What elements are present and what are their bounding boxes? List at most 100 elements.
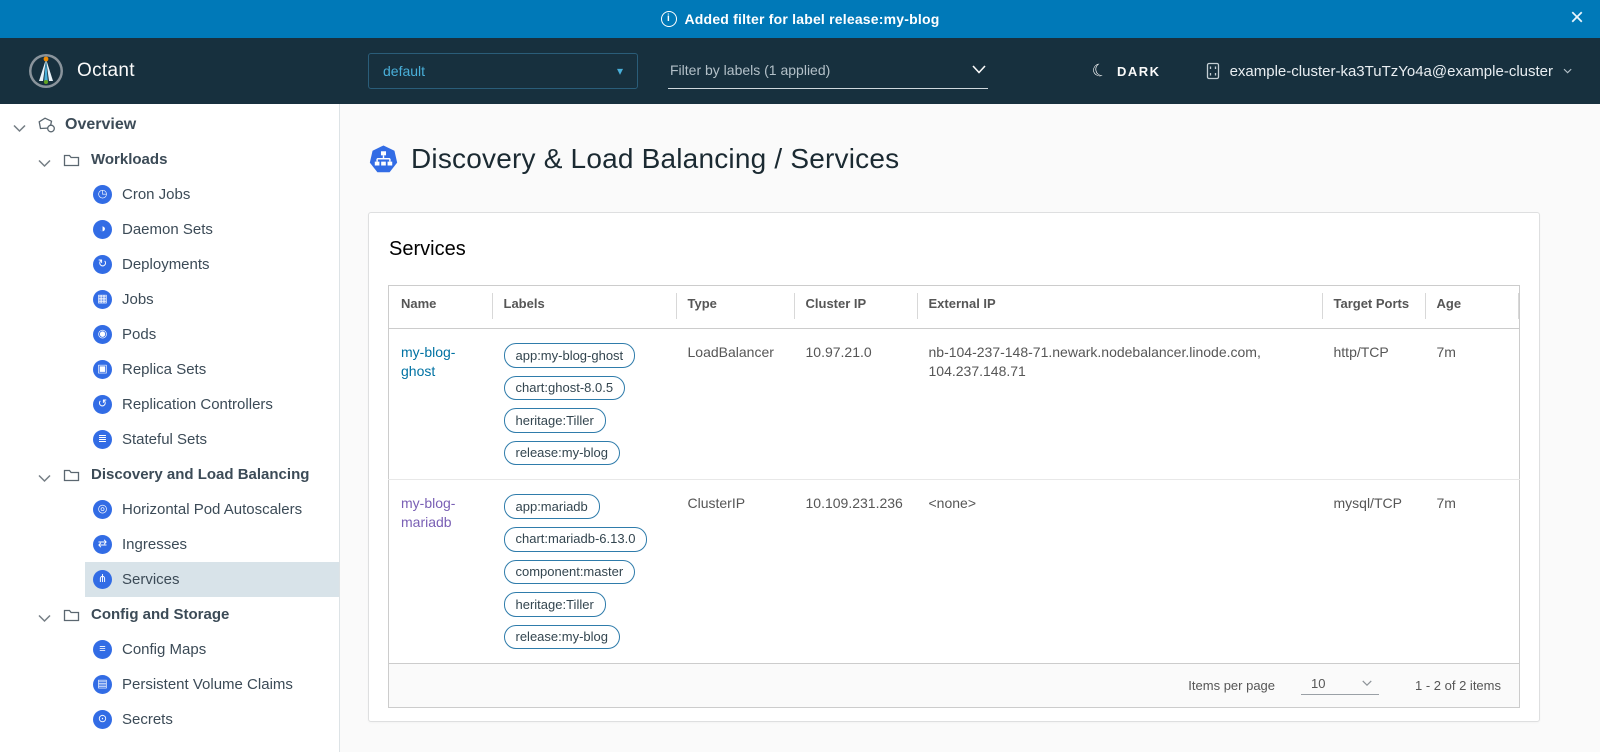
sidebar-item-pods[interactable]: ◉ Pods [85, 317, 339, 352]
sidebar-item-label: Persistent Volume Claims [122, 676, 293, 693]
column-header-name[interactable]: Name [389, 286, 492, 329]
service-name-link[interactable]: my-blog-ghost [401, 344, 455, 379]
label-chip[interactable]: app:my-blog-ghost [504, 343, 636, 368]
page-size-select[interactable]: 10 [1301, 676, 1379, 695]
chevron-down-icon[interactable] [38, 470, 52, 480]
sidebar-item-horizontal-pod-autoscalers[interactable]: ◎ Horizontal Pod Autoscalers [85, 492, 339, 527]
sidebar-item-label: Workloads [91, 151, 167, 168]
chevron-down-icon [1563, 67, 1573, 74]
sidebar-item-services[interactable]: ⋔ Services [85, 562, 339, 597]
sidebar-item-stateful-sets[interactable]: ≣ Stateful Sets [85, 422, 339, 457]
sidebar-item-secrets[interactable]: ⊙ Secrets [85, 702, 339, 737]
notification-bar: i Added filter for label release:my-blog… [0, 0, 1600, 38]
label-chip[interactable]: release:my-blog [504, 441, 621, 466]
secrets-icon: ⊙ [93, 710, 112, 729]
column-header-labels[interactable]: Labels [492, 286, 676, 329]
namespace-select[interactable]: default ▾ [368, 53, 638, 89]
sidebar: Overview Workloads ◷ Cron Jobs ◑ Daemon … [0, 104, 340, 752]
chevron-down-icon [1362, 680, 1372, 688]
stateful-sets-icon: ≣ [93, 430, 112, 449]
persistent-volume-claims-icon: ▤ [93, 675, 112, 694]
table-pagination-footer: Items per page 10 1 - 2 of 2 items [388, 664, 1520, 708]
sidebar-item-label: Replication Controllers [122, 396, 273, 413]
sidebar-item-deployments[interactable]: ↻ Deployments [85, 247, 339, 282]
label-chip[interactable]: release:my-blog [504, 625, 621, 650]
sidebar-item-discovery-and-load-balancing[interactable]: Discovery and Load Balancing [0, 457, 339, 492]
target-ports: http/TCP [1322, 329, 1425, 480]
table-header-row: Name Labels Type Cluster IP External IP … [389, 286, 1520, 329]
sidebar-item-label: Stateful Sets [122, 431, 207, 448]
sidebar-item-replication-controllers[interactable]: ↺ Replication Controllers [85, 387, 339, 422]
external-ip: nb-104-237-148-71.newark.nodebalancer.li… [917, 329, 1322, 480]
horizontal-pod-autoscalers-icon: ◎ [93, 500, 112, 519]
jobs-icon: ▦ [93, 290, 112, 309]
sidebar-item-label: Deployments [122, 256, 210, 273]
sidebar-item-label: Overview [65, 116, 136, 134]
column-header-cluster-ip[interactable]: Cluster IP [794, 286, 917, 329]
service-type: ClusterIP [676, 480, 794, 664]
services-icon: ⋔ [93, 570, 112, 589]
label-chip[interactable]: app:mariadb [504, 494, 600, 519]
table-row: my-blog-ghost app:my-blog-ghost chart:gh… [389, 329, 1520, 480]
page-title: Discovery & Load Balancing / Services [411, 143, 899, 175]
sidebar-item-label: Replica Sets [122, 361, 206, 378]
folder-icon [63, 153, 80, 167]
service-name-link[interactable]: my-blog-mariadb [401, 495, 455, 530]
sidebar-item-workloads[interactable]: Workloads [0, 142, 339, 177]
chevron-down-icon[interactable] [38, 155, 52, 165]
cluster-ip: 10.109.231.236 [794, 480, 917, 664]
services-table: Name Labels Type Cluster IP External IP … [388, 285, 1520, 664]
label-chip[interactable]: chart:ghost-8.0.5 [504, 376, 626, 401]
sidebar-item-jobs[interactable]: ▦ Jobs [85, 282, 339, 317]
column-header-age[interactable]: Age [1425, 286, 1520, 329]
chevron-down-icon[interactable] [13, 120, 27, 130]
cluster-selector[interactable]: example-cluster-ka3TuTzYo4a@example-clus… [1205, 62, 1574, 80]
replication-controllers-icon: ↺ [93, 395, 112, 414]
chevron-down-icon[interactable] [38, 610, 52, 620]
dark-theme-toggle[interactable]: ☾ DARK [1092, 61, 1160, 81]
sidebar-item-replica-sets[interactable]: ▣ Replica Sets [85, 352, 339, 387]
label-chip[interactable]: component:master [504, 560, 636, 585]
card-title: Services [389, 238, 1520, 261]
sidebar-item-daemon-sets[interactable]: ◑ Daemon Sets [85, 212, 339, 247]
sidebar-item-label: Cron Jobs [122, 186, 190, 203]
label-chip[interactable]: chart:mariadb-6.13.0 [504, 527, 648, 552]
cluster-icon [1205, 62, 1221, 80]
caret-down-icon: ▾ [617, 64, 623, 78]
label-filter-dropdown[interactable]: Filter by labels (1 applied) [668, 53, 988, 89]
main-content: Discovery & Load Balancing / Services Se… [340, 104, 1600, 752]
target-ports: mysql/TCP [1322, 480, 1425, 664]
table-row: my-blog-mariadb app:mariadb chart:mariad… [389, 480, 1520, 664]
config-maps-icon: ≡ [93, 640, 112, 659]
close-icon[interactable]: × [1570, 4, 1584, 33]
brand: Octant [28, 53, 340, 89]
sidebar-item-config-and-storage[interactable]: Config and Storage [0, 597, 339, 632]
page-size-value: 10 [1311, 676, 1325, 691]
sidebar-item-label: Services [122, 571, 180, 588]
age: 7m [1425, 329, 1520, 480]
sidebar-item-label: Config Maps [122, 641, 206, 658]
applications-icon [38, 117, 56, 133]
pagination-range: 1 - 2 of 2 items [1415, 678, 1501, 693]
label-chip[interactable]: heritage:Tiller [504, 408, 606, 433]
namespace-value: default [383, 63, 425, 79]
sidebar-item-persistent-volume-claims[interactable]: ▤ Persistent Volume Claims [85, 667, 339, 702]
column-header-target-ports[interactable]: Target Ports [1322, 286, 1425, 329]
sidebar-item-label: Secrets [122, 711, 173, 728]
sidebar-item-ingresses[interactable]: ⇄ Ingresses [85, 527, 339, 562]
label-chip[interactable]: heritage:Tiller [504, 592, 606, 617]
column-header-external-ip[interactable]: External IP [917, 286, 1322, 329]
cluster-name: example-cluster-ka3TuTzYo4a@example-clus… [1230, 63, 1553, 80]
sidebar-item-cron-jobs[interactable]: ◷ Cron Jobs [85, 177, 339, 212]
sidebar-item-label: Pods [122, 326, 156, 343]
sidebar-item-label: Ingresses [122, 536, 187, 553]
external-ip: <none> [917, 480, 1322, 664]
octant-logo-icon [28, 53, 64, 89]
sidebar-item-label: Jobs [122, 291, 154, 308]
replica-sets-icon: ▣ [93, 360, 112, 379]
column-header-type[interactable]: Type [676, 286, 794, 329]
sidebar-item-config-maps[interactable]: ≡ Config Maps [85, 632, 339, 667]
sidebar-item-overview[interactable]: Overview [0, 107, 339, 142]
ingresses-icon: ⇄ [93, 535, 112, 554]
sidebar-item-label: Config and Storage [91, 606, 229, 623]
